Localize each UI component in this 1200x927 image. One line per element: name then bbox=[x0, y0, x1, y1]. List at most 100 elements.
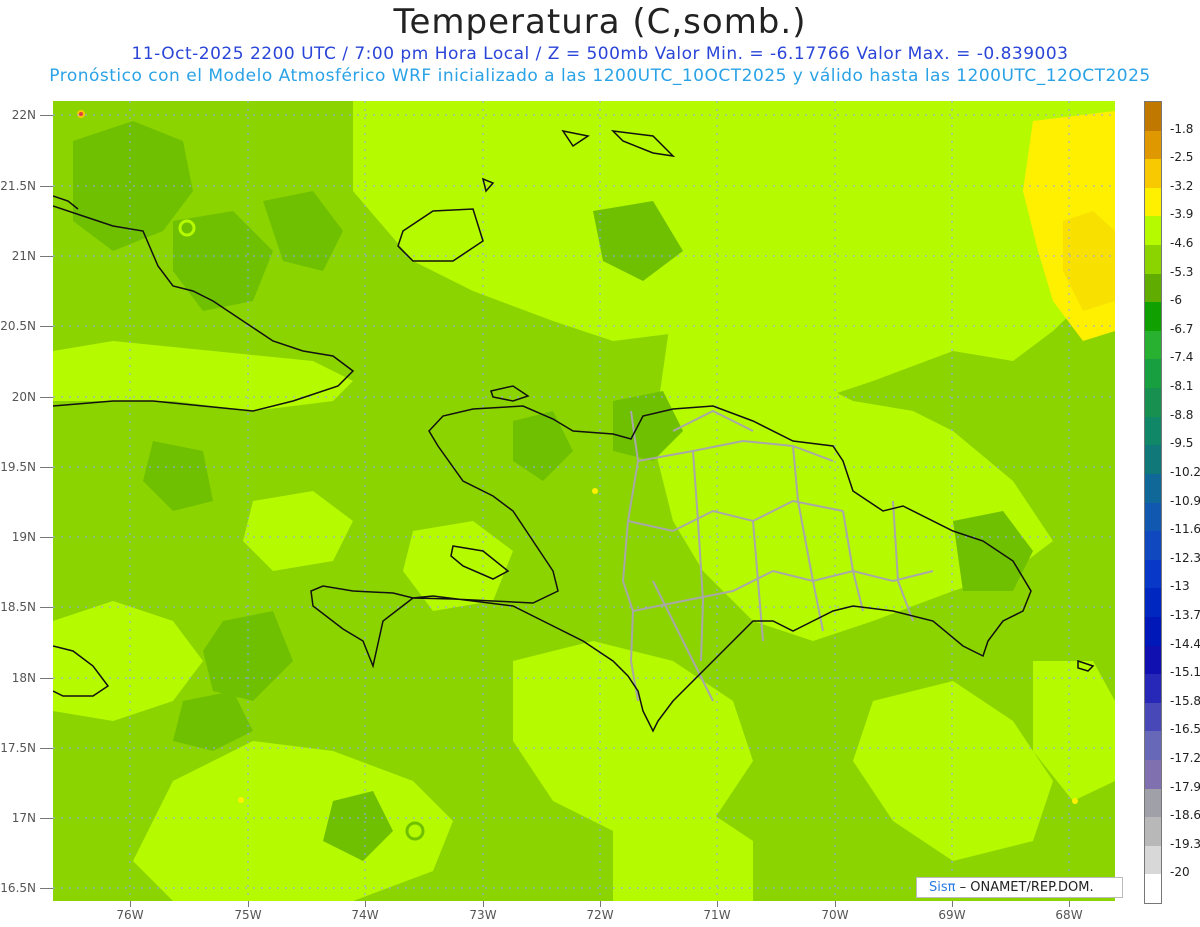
colorbar-label: -15.1 bbox=[1170, 665, 1200, 680]
colorbar-label: -19.3 bbox=[1170, 836, 1200, 851]
lon-tick bbox=[835, 901, 836, 907]
map-title: Temperatura (C,somb.) bbox=[393, 2, 807, 42]
colorbar-segment bbox=[1145, 330, 1161, 360]
lon-label: 72W bbox=[586, 908, 614, 922]
lat-label: 16.5N bbox=[0, 881, 36, 895]
lat-label: 17N bbox=[11, 811, 36, 825]
colorbar-label: -18.6 bbox=[1170, 808, 1200, 823]
colorbar-label: -9.5 bbox=[1170, 436, 1194, 451]
colorbar-label: -15.8 bbox=[1170, 693, 1200, 708]
lon-label: 75W bbox=[234, 908, 262, 922]
colorbar-segment bbox=[1145, 102, 1161, 132]
colorbar-segment bbox=[1145, 645, 1161, 675]
colorbar-label: -3.2 bbox=[1170, 178, 1194, 193]
colorbar-segment bbox=[1145, 187, 1161, 217]
hotspot bbox=[592, 488, 598, 494]
lat-label: 21.5N bbox=[0, 179, 36, 193]
lon-tick bbox=[1069, 901, 1070, 907]
colorbar-label: -14.4 bbox=[1170, 636, 1200, 651]
hotspot-core bbox=[79, 112, 83, 116]
lat-tick bbox=[40, 256, 53, 257]
lat-label: 18.5N bbox=[0, 600, 36, 614]
lat-tick bbox=[40, 678, 53, 679]
colorbar-label: -10.2 bbox=[1170, 464, 1200, 479]
lon-label: 68W bbox=[1055, 908, 1083, 922]
lat-label: 20.5N bbox=[0, 319, 36, 333]
colorbar-label: -17.2 bbox=[1170, 750, 1200, 765]
colorbar-label: -12.3 bbox=[1170, 550, 1200, 565]
colorbar-label: -13.7 bbox=[1170, 607, 1200, 622]
colorbar-label: -1.8 bbox=[1170, 121, 1194, 136]
lat-label: 20N bbox=[11, 390, 36, 404]
lon-tick bbox=[248, 901, 249, 907]
colorbar-label: -8.8 bbox=[1170, 407, 1194, 422]
lat-tick bbox=[40, 115, 53, 116]
lon-tick bbox=[600, 901, 601, 907]
lon-label: 76W bbox=[116, 908, 144, 922]
colorbar-segment bbox=[1145, 674, 1161, 704]
lon-label: 69W bbox=[938, 908, 966, 922]
hotspot bbox=[1072, 798, 1078, 804]
colorbar-segment bbox=[1145, 302, 1161, 332]
lat-tick bbox=[40, 186, 53, 187]
colorbar-segment bbox=[1145, 702, 1161, 732]
colorbar-segment bbox=[1145, 216, 1161, 246]
lat-tick bbox=[40, 326, 53, 327]
lat-label: 21N bbox=[11, 249, 36, 263]
colorbar-segment bbox=[1145, 273, 1161, 303]
colorbar-segment bbox=[1145, 445, 1161, 475]
colorbar-label: -13 bbox=[1170, 579, 1190, 594]
temperature-map[interactable] bbox=[53, 101, 1115, 901]
colorbar-segment bbox=[1145, 817, 1161, 847]
lat-tick bbox=[40, 467, 53, 468]
colorbar-segment bbox=[1145, 473, 1161, 503]
colorbar-segment bbox=[1145, 759, 1161, 790]
colorbar-segment bbox=[1145, 874, 1161, 904]
map-canvas bbox=[53, 101, 1115, 901]
colorbar-segment bbox=[1145, 388, 1161, 418]
colorbar-label: -2.5 bbox=[1170, 150, 1194, 165]
lon-label: 73W bbox=[469, 908, 497, 922]
colorbar-segment bbox=[1145, 731, 1161, 761]
lat-tick bbox=[40, 537, 53, 538]
lon-label: 74W bbox=[351, 908, 379, 922]
lon-label: 71W bbox=[703, 908, 731, 922]
lat-label: 19N bbox=[11, 530, 36, 544]
colorbar-segment bbox=[1145, 788, 1161, 818]
lat-label: 19.5N bbox=[0, 460, 36, 474]
colorbar bbox=[1144, 101, 1162, 904]
colorbar-label: -6 bbox=[1170, 293, 1182, 308]
colorbar-segment bbox=[1145, 159, 1161, 189]
lon-tick bbox=[717, 901, 718, 907]
colorbar-label: -16.5 bbox=[1170, 722, 1200, 737]
hotspot bbox=[238, 797, 244, 803]
lat-tick bbox=[40, 748, 53, 749]
lon-tick bbox=[952, 901, 953, 907]
lat-label: 18N bbox=[11, 671, 36, 685]
colorbar-label: -8.1 bbox=[1170, 379, 1194, 394]
lat-label: 22N bbox=[11, 108, 36, 122]
colorbar-label: -20 bbox=[1170, 865, 1190, 880]
lon-label: 70W bbox=[821, 908, 849, 922]
lat-tick bbox=[40, 397, 53, 398]
colorbar-label: -6.7 bbox=[1170, 321, 1194, 336]
colorbar-segment bbox=[1145, 588, 1161, 618]
colorbar-segment bbox=[1145, 416, 1161, 446]
colorbar-segment bbox=[1145, 531, 1161, 561]
colorbar-segment bbox=[1145, 130, 1161, 160]
lat-label: 17.5N bbox=[0, 741, 36, 755]
colorbar-label: -5.3 bbox=[1170, 264, 1194, 279]
colorbar-label: -11.6 bbox=[1170, 522, 1200, 537]
colorbar-segment bbox=[1145, 845, 1161, 875]
colorbar-label: -10.9 bbox=[1170, 493, 1200, 508]
lon-tick bbox=[365, 901, 366, 907]
credit-box: Sisπ – ONAMET/REP.DOM. bbox=[916, 877, 1123, 898]
lon-tick bbox=[483, 901, 484, 907]
lon-tick bbox=[130, 901, 131, 907]
colorbar-label: -4.6 bbox=[1170, 236, 1194, 251]
sispi-logo-text: Sisπ bbox=[929, 880, 956, 895]
colorbar-segment bbox=[1145, 359, 1161, 389]
lat-tick bbox=[40, 818, 53, 819]
colorbar-segment bbox=[1145, 616, 1161, 647]
credit-text: – ONAMET/REP.DOM. bbox=[959, 880, 1094, 895]
